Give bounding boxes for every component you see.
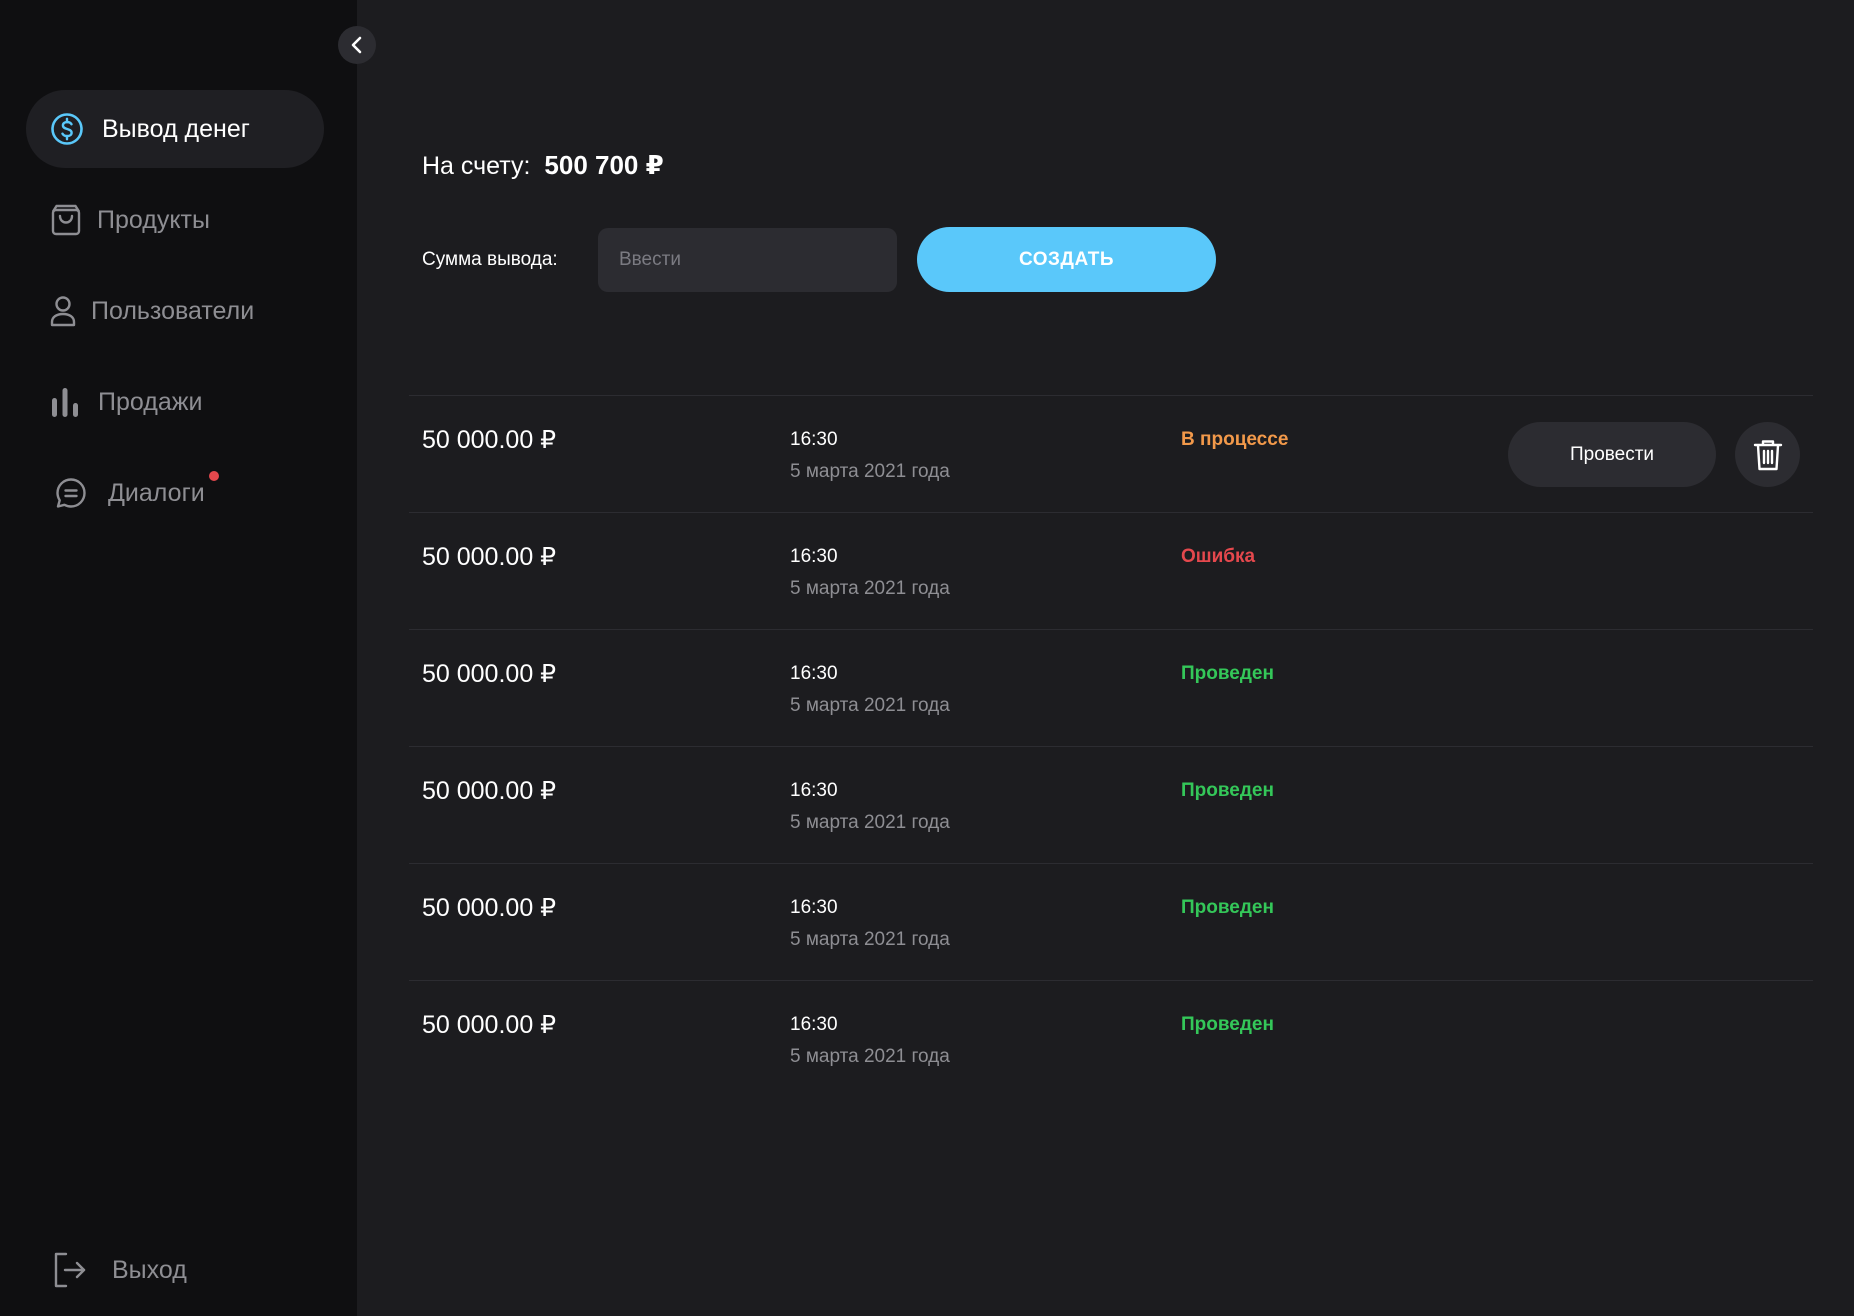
table-row: 50 000.00 ₽ 16:30 5 марта 2021 года В пр… [409, 395, 1813, 512]
withdraw-form: Сумма вывода: СОЗДАТЬ [422, 227, 1216, 292]
create-button[interactable]: СОЗДАТЬ [917, 227, 1216, 292]
notification-dot [208, 470, 219, 481]
transaction-time: 16:30 [790, 1014, 838, 1035]
collapse-sidebar-button[interactable] [338, 26, 376, 64]
transaction-amount: 50 000.00 ₽ [422, 777, 557, 805]
sidebar-item-label: Продажи [98, 387, 203, 416]
user-icon [46, 294, 80, 328]
transaction-amount: 50 000.00 ₽ [422, 426, 557, 454]
chat-icon [54, 476, 88, 510]
transaction-amount: 50 000.00 ₽ [422, 894, 557, 922]
table-row: 50 000.00 ₽ 16:30 5 марта 2021 года Пров… [409, 746, 1813, 863]
transaction-status: Проведен [1181, 663, 1274, 684]
sidebar-item-withdraw[interactable]: Вывод денег [26, 90, 324, 168]
logout-button[interactable]: Выход [52, 1250, 187, 1290]
logout-label: Выход [112, 1255, 187, 1284]
transactions-list: 50 000.00 ₽ 16:30 5 марта 2021 года В пр… [409, 395, 1813, 1097]
transaction-status: Проведен [1181, 780, 1274, 801]
table-row: 50 000.00 ₽ 16:30 5 марта 2021 года Ошиб… [409, 512, 1813, 629]
chevron-left-icon [349, 35, 365, 55]
trash-icon [1753, 438, 1783, 472]
transaction-time: 16:30 [790, 897, 838, 918]
transaction-status: В процессе [1181, 429, 1289, 450]
sidebar-item-label: Вывод денег [102, 114, 250, 143]
table-row: 50 000.00 ₽ 16:30 5 марта 2021 года Пров… [409, 980, 1813, 1097]
transaction-time: 16:30 [790, 780, 838, 801]
transaction-amount: 50 000.00 ₽ [422, 1011, 557, 1039]
sidebar-item-label-wrap: Диалоги [108, 470, 219, 508]
transaction-date: 5 марта 2021 года [790, 929, 950, 950]
balance: На счету: 500 700 ₽ [422, 150, 664, 181]
transaction-status: Проведен [1181, 897, 1274, 918]
sidebar-item-label: Диалоги [108, 478, 205, 507]
sidebar-item-users[interactable]: Пользователи [26, 272, 324, 350]
table-row: 50 000.00 ₽ 16:30 5 марта 2021 года Пров… [409, 629, 1813, 746]
transaction-status: Проведен [1181, 1014, 1274, 1035]
transaction-date: 5 марта 2021 года [790, 461, 950, 482]
shopping-bag-icon [49, 203, 83, 237]
transaction-time: 16:30 [790, 663, 838, 684]
delete-button[interactable] [1735, 422, 1800, 487]
balance-label: На счету: [422, 152, 531, 180]
sidebar-item-label: Пользователи [91, 296, 255, 325]
sidebar: Вывод денег Продукты Пользователи Продаж… [0, 0, 357, 1316]
transaction-date: 5 марта 2021 года [790, 695, 950, 716]
transaction-amount: 50 000.00 ₽ [422, 660, 557, 688]
withdraw-amount-input[interactable] [598, 227, 897, 292]
sidebar-item-products[interactable]: Продукты [26, 181, 324, 259]
withdraw-amount-label: Сумма вывода: [422, 248, 558, 270]
sidebar-item-dialogs[interactable]: Диалоги [26, 454, 324, 532]
table-row: 50 000.00 ₽ 16:30 5 марта 2021 года Пров… [409, 863, 1813, 980]
transaction-status: Ошибка [1181, 546, 1256, 567]
sidebar-item-sales[interactable]: Продажи [26, 363, 324, 441]
transaction-date: 5 марта 2021 года [790, 1046, 950, 1067]
process-button[interactable]: Провести [1508, 422, 1716, 487]
sidebar-item-label: Продукты [97, 205, 210, 234]
balance-value: 500 700 ₽ [544, 150, 664, 180]
transaction-date: 5 марта 2021 года [790, 578, 950, 599]
app: Вывод денег Продукты Пользователи Продаж… [0, 0, 1854, 1316]
transaction-date: 5 марта 2021 года [790, 812, 950, 833]
transaction-time: 16:30 [790, 546, 838, 567]
dollar-circle-icon [50, 112, 84, 146]
transaction-time: 16:30 [790, 429, 838, 450]
transaction-amount: 50 000.00 ₽ [422, 543, 557, 571]
bar-chart-icon [48, 385, 82, 419]
logout-icon [52, 1251, 88, 1289]
